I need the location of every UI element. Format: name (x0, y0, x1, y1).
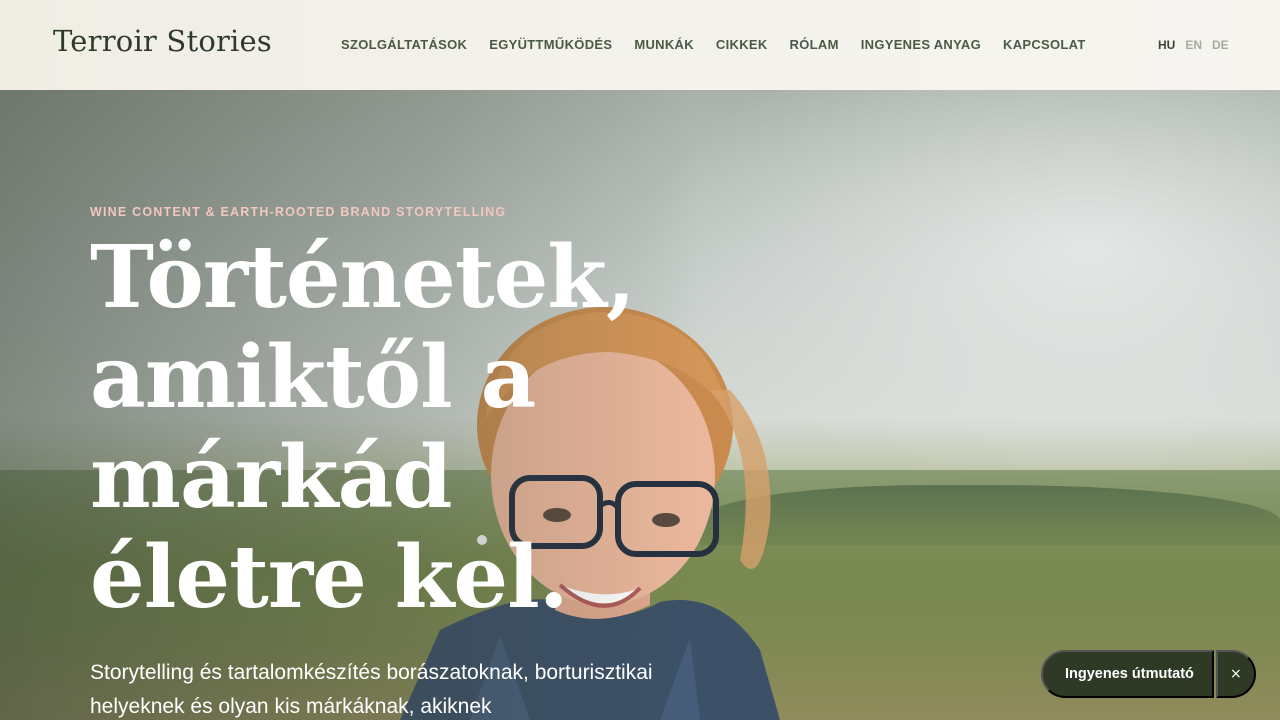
close-icon[interactable]: × (1215, 650, 1256, 698)
nav-item-about[interactable]: RÓLAM (790, 37, 839, 52)
hero-eyebrow: WINE CONTENT & EARTH-ROOTED BRAND STORYT… (90, 205, 507, 219)
free-guide-button[interactable]: Ingyenes útmutató (1041, 650, 1214, 698)
hero-section: WINE CONTENT & EARTH-ROOTED BRAND STORYT… (0, 90, 1280, 720)
floating-guide-cta: Ingyenes útmutató × (1041, 650, 1256, 698)
lang-en[interactable]: EN (1185, 38, 1202, 52)
nav-item-articles[interactable]: CIKKEK (716, 37, 768, 52)
nav-item-services[interactable]: SZOLGÁLTATÁSOK (341, 37, 467, 52)
language-switcher: HU EN DE (1158, 38, 1229, 52)
site-logo[interactable]: Terroir Stories (53, 24, 272, 58)
hero-headline: Történetek, amiktől a márkád életre kel. (90, 227, 636, 628)
nav-item-contact[interactable]: KAPCSOLAT (1003, 37, 1086, 52)
nav-item-works[interactable]: MUNKÁK (634, 37, 694, 52)
lang-de[interactable]: DE (1212, 38, 1229, 52)
main-nav: SZOLGÁLTATÁSOK EGYÜTTMŰKÖDÉS MUNKÁK CIKK… (341, 37, 1086, 52)
nav-item-free-material[interactable]: INGYENES ANYAG (861, 37, 981, 52)
site-header: Terroir Stories SZOLGÁLTATÁSOK EGYÜTTMŰK… (0, 0, 1280, 90)
lang-hu[interactable]: HU (1158, 38, 1175, 52)
hero-subtext: Storytelling és tartalomkészítés borásza… (90, 661, 653, 718)
nav-item-collaboration[interactable]: EGYÜTTMŰKÖDÉS (489, 37, 612, 52)
